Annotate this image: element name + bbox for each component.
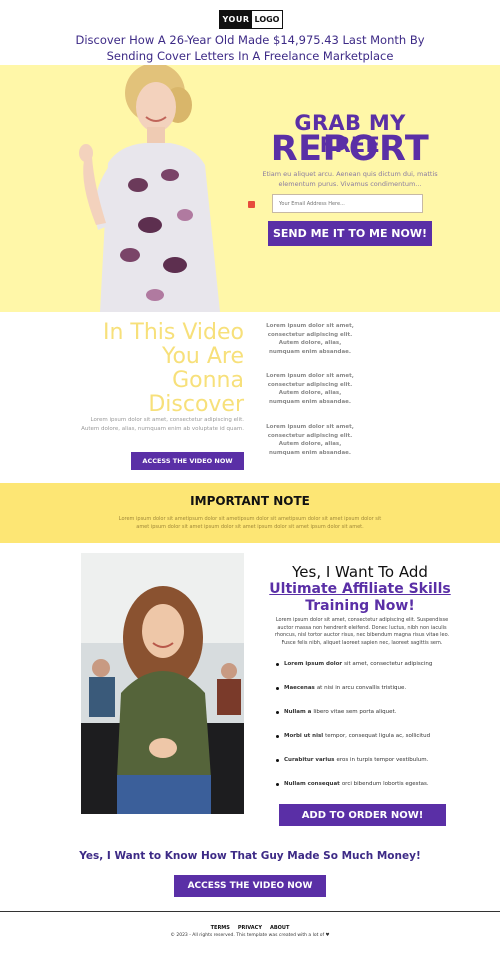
footer-links: TERMS PRIVACY ABOUT bbox=[0, 925, 500, 931]
bullet-text: at nisi in arcu convallis tristique. bbox=[316, 685, 407, 691]
bullet-bold: Maecenas bbox=[284, 685, 315, 691]
list-item: Maecenas at nisi in arcu convallis tristi… bbox=[276, 684, 456, 692]
note-text: Lorem ipsum dolor sit ametipsum dolor si… bbox=[118, 516, 382, 530]
logo-left: YOUR bbox=[220, 11, 252, 28]
cta-title: Yes, I Want to Know How That Guy Made So… bbox=[79, 850, 421, 862]
offer-title-line1: Yes, I Want To Add bbox=[292, 563, 428, 581]
page-headline: Discover How A 26-Year Old Made $14,975.… bbox=[75, 33, 425, 63]
woman-sitting-photo bbox=[81, 553, 244, 814]
list-item: Nullam consequat orci bibendum lobortis e… bbox=[276, 780, 456, 788]
bullet-text: libero vitae sem porta aliquet. bbox=[313, 709, 397, 715]
video-title-line4: Discover bbox=[148, 392, 244, 417]
footer-link-about[interactable]: ABOUT bbox=[270, 925, 289, 931]
video-title-line3: Gonna bbox=[172, 368, 244, 393]
video-title-line2: You Are bbox=[161, 344, 244, 369]
hero-text: Etiam eu aliquet arcu. Aenean quis dictu… bbox=[262, 170, 438, 188]
email-error-icon bbox=[248, 201, 255, 208]
footer-link-privacy[interactable]: PRIVACY bbox=[238, 925, 262, 931]
woman-photo bbox=[79, 65, 220, 312]
logo[interactable]: YOUR LOGO bbox=[219, 10, 283, 29]
side-block: Lorem ipsum dolor sit amet, consectetur … bbox=[266, 424, 354, 456]
bullet-text: tempor, consequat ligula ac, sollicitud bbox=[325, 733, 431, 739]
bullet-icon bbox=[276, 758, 279, 762]
send-report-button[interactable]: SEND ME IT TO ME NOW! bbox=[268, 221, 432, 246]
video-text: Lorem ipsum dolor sit amet, consectetur … bbox=[81, 417, 244, 432]
bullet-bold: Nullam consequat bbox=[284, 781, 340, 787]
offer-title-line3: Training Now! bbox=[305, 598, 415, 614]
hero-title-line2: REPORT bbox=[270, 129, 430, 169]
bullet-text: eros in turpis tempor vestibulum. bbox=[336, 757, 429, 763]
access-video-button[interactable]: ACCESS THE VIDEO NOW bbox=[131, 452, 244, 470]
bullet-bold: Nullam a bbox=[284, 709, 312, 715]
video-title: In This Video You Are Gonna Discover bbox=[80, 321, 244, 417]
email-input[interactable] bbox=[272, 194, 423, 213]
bullet-icon bbox=[276, 686, 279, 690]
list-item: Morbi ut nisl tempor, consequat ligula ac… bbox=[276, 732, 456, 740]
logo-right: LOGO bbox=[252, 11, 282, 28]
offer-text: Lorem ipsum dolor sit amet, consectetur … bbox=[274, 617, 450, 646]
bullet-icon bbox=[276, 710, 279, 714]
footer-copyright: © 2023 - All rights reserved. This templ… bbox=[170, 933, 330, 938]
side-block: Lorem ipsum dolor sit amet, consectetur … bbox=[266, 323, 354, 355]
important-note-section: IMPORTANT NOTE Lorem ipsum dolor sit ame… bbox=[0, 483, 500, 543]
bullet-bold: Lorem ipsum dolor bbox=[284, 661, 343, 667]
footer-divider bbox=[0, 911, 500, 912]
access-video-button-bottom[interactable]: ACCESS THE VIDEO NOW bbox=[174, 875, 326, 897]
bullet-bold: Morbi ut nisl bbox=[284, 733, 324, 739]
bullet-icon bbox=[276, 662, 279, 666]
hero-section: GRAB MY FREE REPORT Etiam eu aliquet arc… bbox=[0, 65, 500, 312]
add-to-order-button[interactable]: ADD TO ORDER NOW! bbox=[279, 804, 446, 826]
list-item: Lorem ipsum dolor sit amet, consectetur a… bbox=[276, 660, 456, 668]
bullet-text: orci bibendum lobortis egestas. bbox=[341, 781, 429, 787]
note-title: IMPORTANT NOTE bbox=[190, 494, 310, 508]
video-title-line1: In This Video bbox=[102, 320, 244, 345]
list-item: Curabitur varius eros in turpis tempor ve… bbox=[276, 756, 456, 764]
bullet-bold: Curabitur varius bbox=[284, 757, 335, 763]
bullet-text: sit amet, consectetur adipiscing bbox=[344, 661, 433, 667]
footer-link-terms[interactable]: TERMS bbox=[211, 925, 230, 931]
bullet-icon bbox=[276, 734, 279, 738]
offer-title-line2: Ultimate Affiliate Skills bbox=[269, 581, 451, 597]
bullet-icon bbox=[276, 782, 279, 786]
side-block: Lorem ipsum dolor sit amet, consectetur … bbox=[266, 373, 354, 405]
list-item: Nullam a libero vitae sem porta aliquet. bbox=[276, 708, 456, 716]
